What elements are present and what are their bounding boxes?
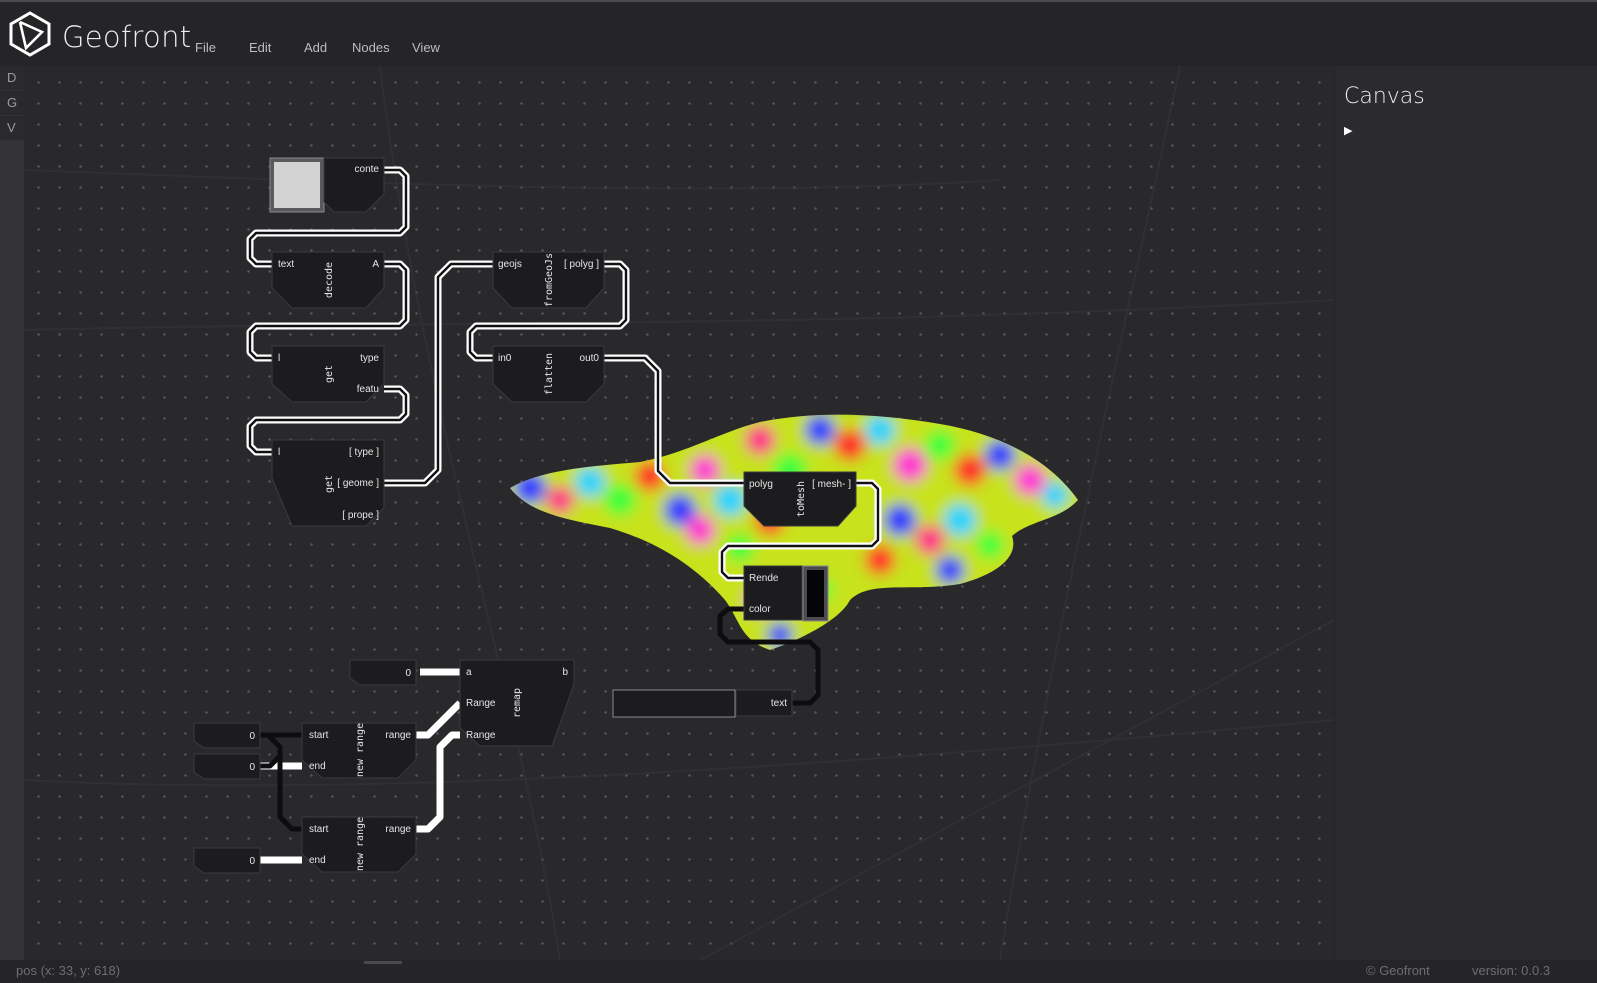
number-input-2[interactable]: 0: [193, 722, 261, 749]
get2-input-label: l: [278, 447, 280, 458]
flatten-title: flatten: [544, 353, 555, 395]
text-node-output-label: text: [771, 698, 787, 709]
render-input-color: color: [749, 604, 771, 615]
left-sidebar: D G V: [0, 66, 24, 960]
text-node[interactable]: text: [612, 689, 793, 718]
content-node[interactable]: conte: [269, 157, 385, 213]
tomesh-node[interactable]: polyg [ mesh- ] toMesh: [743, 471, 857, 527]
panel-title: Canvas: [1344, 84, 1425, 109]
fromgeojs-node[interactable]: geojs [ polyg ] fromGeoJs: [492, 251, 605, 309]
get1-output-features: featu: [357, 384, 379, 395]
remap-node[interactable]: a Range Range b remap: [459, 659, 575, 747]
get-node-1[interactable]: l type featu get: [271, 345, 385, 403]
number-input-3-value: 0: [249, 762, 255, 773]
flatten-output-label: out0: [580, 353, 600, 364]
number-input-2-value: 0: [249, 731, 255, 742]
resize-handle[interactable]: [364, 961, 402, 964]
geofront-logo-icon: [9, 11, 51, 57]
tomesh-output-label: [ mesh- ]: [812, 479, 851, 490]
fromgeojs-title: fromGeoJs: [544, 253, 555, 307]
menu-file[interactable]: File: [195, 40, 216, 55]
menu-add[interactable]: Add: [304, 40, 327, 55]
range1-input-end: end: [309, 761, 326, 772]
version-text: version: 0.0.3: [1472, 963, 1551, 978]
expand-triangle-icon[interactable]: ▶: [1344, 124, 1352, 137]
range1-input-start: start: [309, 730, 329, 741]
decode-title: decode: [324, 262, 335, 298]
remap-input-range-2: Range: [466, 730, 496, 741]
get1-input-label: l: [278, 353, 280, 364]
sidebar-tab-d[interactable]: D: [0, 66, 24, 90]
number-input-1-value: 0: [405, 668, 411, 679]
range2-output-range: range: [385, 824, 411, 835]
tomesh-input-label: polyg: [749, 479, 773, 490]
map-mesh-preview: [510, 414, 1078, 650]
number-input-3[interactable]: 0: [193, 753, 261, 780]
node-canvas[interactable]: conte text A decode l type featu get l […: [24, 66, 1334, 960]
sidebar-tab-v[interactable]: V: [0, 116, 24, 140]
get2-output-properties: [ prope ]: [342, 510, 379, 521]
status-bar: pos (x: 33, y: 618) © Geofront version: …: [0, 960, 1597, 983]
remap-output-b: b: [562, 667, 568, 678]
menu-edit[interactable]: Edit: [249, 40, 271, 55]
fromgeojs-input-label: geojs: [498, 259, 522, 270]
get2-output-type: [ type ]: [349, 447, 379, 458]
get2-output-geometry: [ geome ]: [337, 478, 379, 489]
get1-title: get: [324, 365, 335, 383]
get2-title: get: [324, 475, 335, 493]
range2-title: new range: [355, 817, 366, 871]
node-graph[interactable]: conte text A decode l type featu get l […: [24, 66, 1334, 960]
get1-output-type: type: [360, 353, 379, 364]
number-input-4[interactable]: 0: [193, 847, 261, 874]
right-panel: Canvas ▶: [1334, 66, 1597, 960]
range2-input-start: start: [309, 824, 329, 835]
decode-input-label: text: [278, 259, 294, 270]
remap-input-range-1: Range: [466, 698, 496, 709]
menu-view[interactable]: View: [412, 40, 440, 55]
render-node[interactable]: Rende color: [743, 565, 829, 622]
cursor-position-readout: pos (x: 33, y: 618): [16, 963, 121, 978]
render-input-renderer: Rende: [749, 573, 779, 584]
range1-title: new range: [355, 723, 366, 777]
new-range-node-1[interactable]: start end range new range: [301, 722, 417, 779]
get-node-2[interactable]: l [ type ] [ geome ] [ prope ] get: [271, 439, 385, 527]
flatten-node[interactable]: in0 out0 flatten: [492, 345, 605, 403]
app-title: Geofront: [62, 20, 192, 54]
number-input-1[interactable]: 0: [349, 659, 417, 686]
number-input-4-value: 0: [249, 856, 255, 867]
remap-input-a: a: [466, 667, 472, 678]
decode-output-label: A: [372, 259, 379, 270]
decode-node[interactable]: text A decode: [271, 251, 385, 309]
tomesh-title: toMesh: [796, 481, 807, 517]
menu-nodes[interactable]: Nodes: [352, 40, 390, 55]
fromgeojs-output-label: [ polyg ]: [564, 259, 599, 270]
copyright-text: © Geofront: [1366, 963, 1430, 978]
sidebar-tab-g[interactable]: G: [0, 91, 24, 115]
top-bar: Geofront File Edit Add Nodes View: [0, 0, 1597, 66]
content-node-output-label: conte: [355, 164, 380, 175]
remap-title: remap: [512, 688, 523, 718]
range2-input-end: end: [309, 855, 326, 866]
flatten-input-label: in0: [498, 353, 512, 364]
new-range-node-2[interactable]: start end range new range: [301, 816, 417, 873]
range1-output-range: range: [385, 730, 411, 741]
